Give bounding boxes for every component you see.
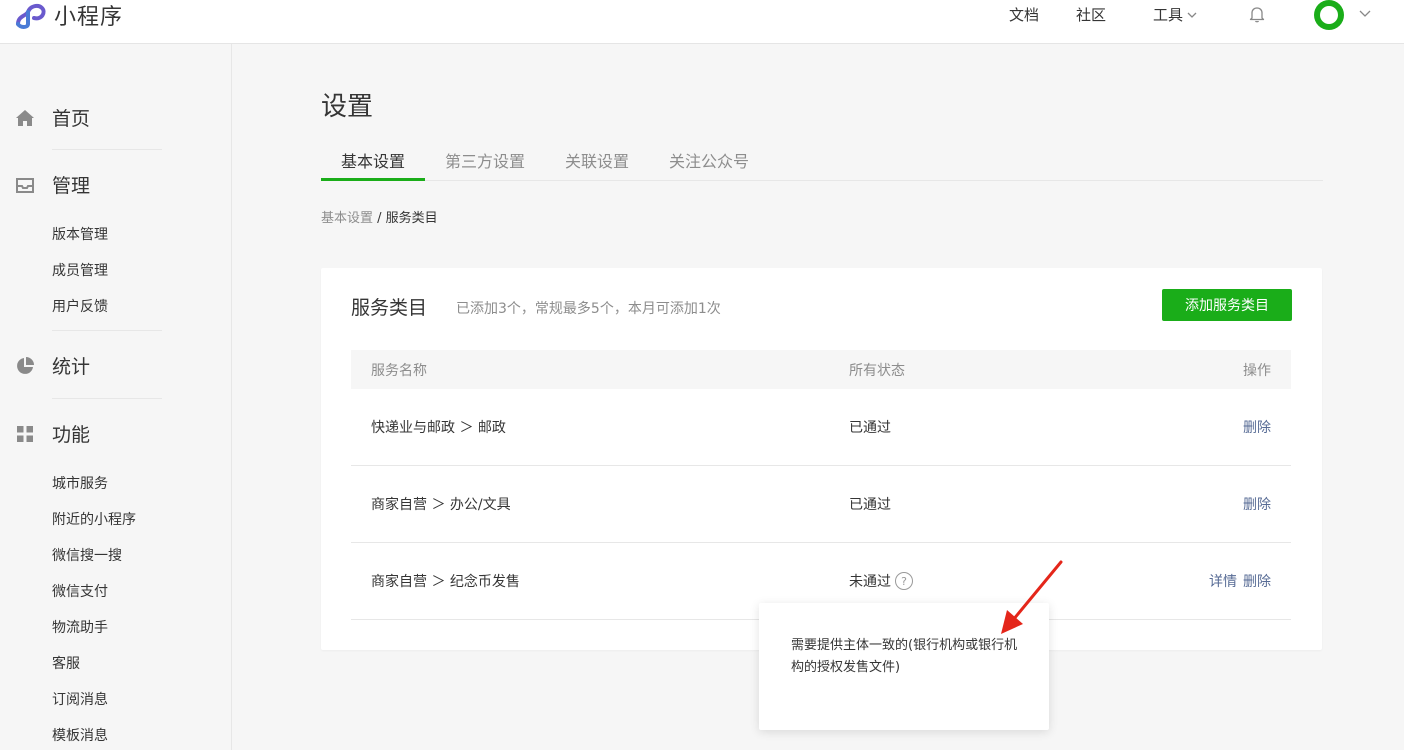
category-name: 快递业与邮政 ＞ 邮政 bbox=[371, 420, 506, 436]
table-row: 商家自营 ＞ 办公/文具 已通过 删除 bbox=[351, 466, 1291, 543]
breadcrumb-current: 服务类目 bbox=[385, 211, 438, 226]
sidebar-subitem-subscribe-msg[interactable]: 订阅消息 bbox=[52, 689, 108, 709]
add-category-button[interactable]: 添加服务类目 bbox=[1162, 289, 1292, 321]
tooltip-text: 需要提供主体一致的(银行机构或银行机构的授权发售文件) bbox=[791, 638, 1018, 675]
category-name: 商家自营 ＞ 办公/文具 bbox=[371, 497, 511, 513]
tab-third-party[interactable]: 第三方设置 bbox=[445, 148, 525, 172]
breadcrumb: 基本设置 / 服务类目 bbox=[321, 207, 438, 226]
sidebar-subitem-city-service[interactable]: 城市服务 bbox=[52, 473, 108, 493]
app-title: 小程序 bbox=[54, 5, 124, 30]
sidebar-subitem-logistics[interactable]: 物流助手 bbox=[52, 617, 108, 637]
delete-link[interactable]: 删除 bbox=[1243, 494, 1271, 514]
sidebar-subitem-search[interactable]: 微信搜一搜 bbox=[52, 545, 122, 565]
column-header-status: 所有状态 bbox=[849, 363, 905, 379]
card-subtitle: 已添加3个，常规最多5个，本月可添加1次 bbox=[456, 301, 721, 317]
sidebar-subitem-template-msg[interactable]: 模板消息 bbox=[52, 725, 108, 745]
question-mark-icon[interactable]: ? bbox=[895, 572, 913, 590]
sidebar-subitem-members[interactable]: 成员管理 bbox=[52, 260, 108, 280]
column-header-name: 服务名称 bbox=[371, 363, 427, 379]
mini-program-logo-icon bbox=[16, 3, 46, 29]
sidebar-subitem-customer-service[interactable]: 客服 bbox=[52, 653, 80, 673]
page-title: 设置 bbox=[321, 92, 374, 122]
sidebar-item-label: 管理 bbox=[52, 175, 91, 197]
category-status: 未通过 bbox=[849, 574, 891, 590]
tab-basic-settings[interactable]: 基本设置 bbox=[341, 148, 405, 172]
sidebar-item-label: 功能 bbox=[52, 424, 91, 446]
delete-link[interactable]: 删除 bbox=[1243, 571, 1271, 591]
avatar[interactable] bbox=[1314, 0, 1344, 30]
pie-chart-icon bbox=[17, 356, 34, 374]
divider bbox=[52, 149, 162, 150]
sidebar-item-home[interactable]: 首页 bbox=[14, 104, 90, 131]
sidebar-subitem-nearby[interactable]: 附近的小程序 bbox=[52, 509, 136, 529]
home-icon bbox=[16, 109, 34, 126]
nav-docs-link[interactable]: 文档 bbox=[1009, 4, 1039, 25]
category-status: 已通过 bbox=[849, 420, 891, 436]
breadcrumb-separator: / bbox=[373, 211, 386, 226]
service-category-card: 服务类目 已添加3个，常规最多5个，本月可添加1次 添加服务类目 服务名称 所有… bbox=[321, 268, 1322, 650]
sidebar-item-label: 首页 bbox=[52, 108, 91, 130]
sidebar-item-features[interactable]: 功能 bbox=[14, 420, 90, 447]
inbox-icon bbox=[16, 177, 34, 193]
divider bbox=[52, 330, 162, 331]
active-tab-indicator bbox=[321, 178, 425, 181]
sidebar-subitem-pay[interactable]: 微信支付 bbox=[52, 581, 108, 601]
delete-link[interactable]: 删除 bbox=[1243, 417, 1271, 437]
category-status: 已通过 bbox=[849, 497, 891, 513]
red-arrow-icon bbox=[1001, 560, 1063, 634]
sidebar-subitem-feedback[interactable]: 用户反馈 bbox=[52, 296, 108, 316]
logo[interactable]: 小程序 bbox=[14, 0, 123, 31]
sidebar: 首页 管理 版本管理 成员管理 用户反馈 统计 功能 城市服务 附近的小程序 微… bbox=[0, 44, 232, 750]
nav-community-link[interactable]: 社区 bbox=[1076, 4, 1106, 25]
divider bbox=[52, 398, 162, 399]
chevron-down-icon bbox=[1187, 12, 1197, 18]
sidebar-subitem-version[interactable]: 版本管理 bbox=[52, 224, 108, 244]
grid-icon bbox=[17, 425, 33, 442]
chevron-down-icon[interactable] bbox=[1359, 8, 1371, 18]
table-row: 快递业与邮政 ＞ 邮政 已通过 删除 bbox=[351, 389, 1291, 466]
tab-follow-account[interactable]: 关注公众号 bbox=[669, 148, 749, 172]
detail-link[interactable]: 详情 bbox=[1209, 571, 1237, 591]
tab-linked[interactable]: 关联设置 bbox=[565, 148, 629, 172]
card-title: 服务类目 bbox=[351, 297, 428, 319]
breadcrumb-parent[interactable]: 基本设置 bbox=[321, 211, 373, 226]
top-bar: 小程序 文档 社区 工具 bbox=[0, 0, 1404, 44]
column-header-action: 操作 bbox=[1243, 363, 1271, 379]
table-header: 服务名称 所有状态 操作 bbox=[351, 350, 1291, 389]
nav-tools-label: 工具 bbox=[1153, 6, 1184, 24]
sidebar-item-manage[interactable]: 管理 bbox=[14, 171, 90, 198]
category-name: 商家自营 ＞ 纪念币发售 bbox=[371, 574, 520, 590]
sidebar-item-stats[interactable]: 统计 bbox=[14, 352, 90, 379]
nav-tools-menu[interactable]: 工具 bbox=[1153, 4, 1197, 25]
bell-icon[interactable] bbox=[1247, 4, 1267, 24]
sidebar-item-label: 统计 bbox=[52, 356, 91, 378]
settings-tabs: 基本设置 第三方设置 关联设置 关注公众号 bbox=[321, 140, 1323, 181]
